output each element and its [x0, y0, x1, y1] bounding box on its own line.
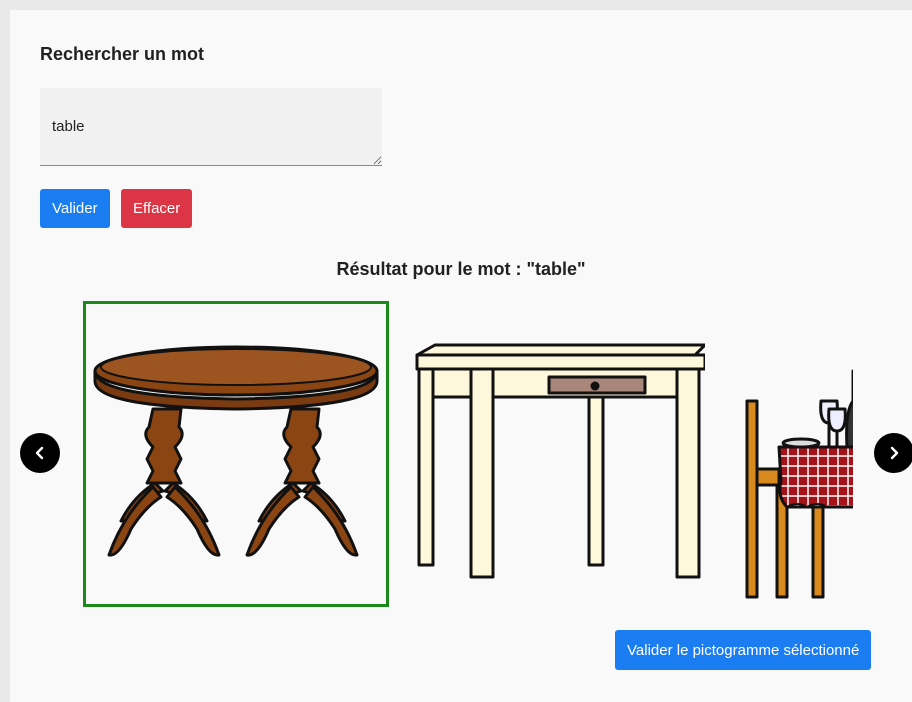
chevron-right-icon [890, 446, 899, 460]
clear-button[interactable]: Effacer [121, 189, 193, 228]
pictogram-restaurant-table[interactable] [713, 301, 853, 607]
search-input[interactable]: table [40, 88, 382, 166]
search-title: Rechercher un mot [40, 44, 205, 64]
carousel-next-button[interactable] [874, 433, 912, 473]
pictogram-carousel [83, 301, 853, 607]
validate-button[interactable]: Valider [40, 189, 110, 228]
validate-pictogram-button[interactable]: Valider le pictogramme sélectionné [615, 630, 872, 670]
pictogram-desk-table[interactable] [405, 301, 707, 607]
chevron-left-icon [35, 446, 44, 460]
search-card: Rechercher un mot table Valider Effacer … [10, 10, 912, 702]
carousel-prev-button[interactable] [20, 433, 60, 473]
result-title: Résultat pour le mot : "table" [336, 259, 586, 279]
pictogram-round-table[interactable] [83, 301, 389, 607]
